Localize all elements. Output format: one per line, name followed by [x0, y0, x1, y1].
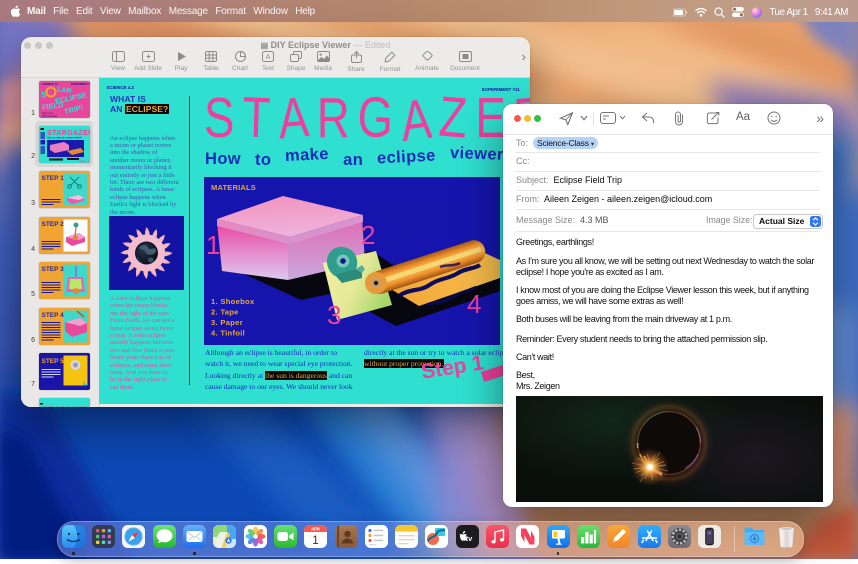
svg-text:STEP 2:: STEP 2: — [42, 221, 66, 228]
svg-text:Step 1: Step 1 — [79, 160, 89, 164]
svg-text:2: 2 — [361, 220, 375, 250]
svg-text:A: A — [266, 54, 271, 61]
svg-text:STEP 3:: STEP 3: — [42, 266, 66, 273]
svg-text:How to make an eclipse viewer!: How to make an eclipse viewer! — [47, 137, 82, 140]
svg-text:2. Tape: 2. Tape — [211, 308, 239, 317]
svg-text:Wed 1 p.m.: Wed 1 p.m. — [42, 113, 54, 115]
svg-text:DID YOU KNOW: DID YOU KNOW — [43, 406, 90, 407]
svg-text:Main Driveway: Main Driveway — [42, 115, 58, 118]
svg-text:1: 1 — [312, 533, 319, 547]
svg-text:1. Shoebox: 1. Shoebox — [211, 297, 255, 306]
svg-text:STEP 1:: STEP 1: — [42, 175, 66, 182]
svg-text:4. Tinfoil: 4. Tinfoil — [211, 329, 245, 338]
svg-text:EXPERIMENT #11: EXPERIMENT #11 — [71, 82, 90, 86]
svg-text:APR: APR — [311, 526, 320, 531]
svg-text:3: 3 — [327, 300, 341, 330]
svg-text:3. Paper: 3. Paper — [211, 318, 243, 327]
svg-text:STEP 4:: STEP 4: — [42, 312, 66, 319]
svg-text:SCIENCE 4.2: SCIENCE 4.2 — [42, 82, 58, 86]
svg-text:STEP 5:: STEP 5: — [42, 358, 66, 365]
svg-text:MATERIALS: MATERIALS — [211, 183, 256, 192]
svg-text:TRIP!: TRIP! — [63, 103, 84, 116]
svg-text:1: 1 — [206, 230, 220, 260]
svg-text:tv: tv — [465, 534, 472, 543]
svg-text:FIELD: FIELD — [41, 100, 64, 112]
svg-text:4: 4 — [467, 289, 481, 319]
